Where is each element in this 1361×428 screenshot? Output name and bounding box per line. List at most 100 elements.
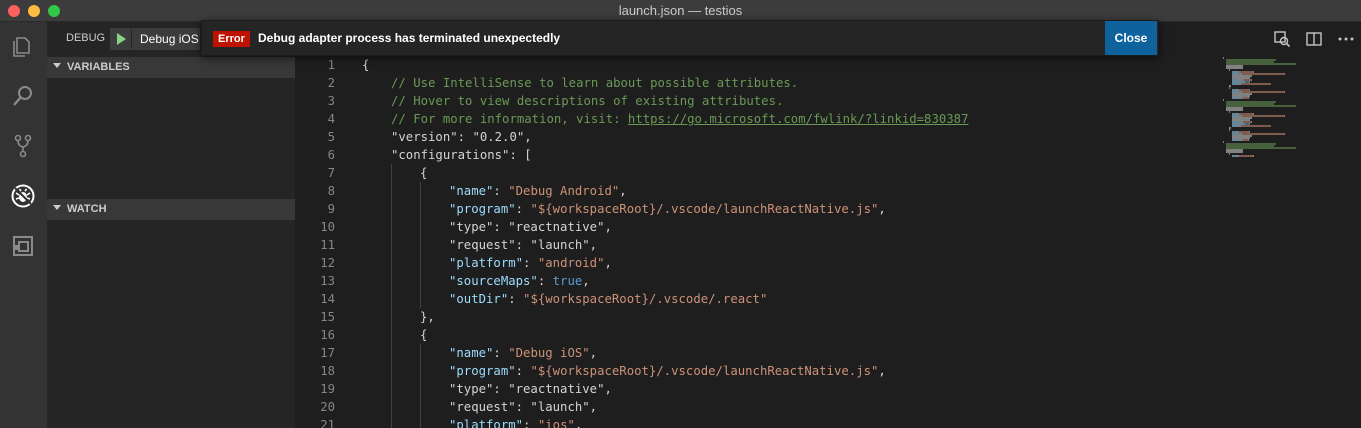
code-line[interactable]: 18 "program": "${workspaceRoot}/.vscode/l… bbox=[295, 362, 1225, 380]
code-line[interactable]: 6 "configurations": [ bbox=[295, 146, 1225, 164]
code-text: { bbox=[420, 164, 427, 182]
code-token: "type": "reactnative", bbox=[449, 382, 612, 396]
code-line[interactable]: 12 "platform": "android", bbox=[295, 254, 1225, 272]
code-line[interactable]: 21 "platform": "ios", bbox=[295, 416, 1225, 428]
code-token: , bbox=[604, 256, 612, 270]
minimap-line bbox=[1241, 83, 1271, 85]
watch-section-header[interactable]: WATCH bbox=[47, 199, 295, 220]
minimap-line bbox=[1232, 139, 1241, 141]
watch-section-title: WATCH bbox=[67, 203, 107, 215]
minimap-line bbox=[1229, 153, 1230, 155]
code-token: }, bbox=[420, 310, 435, 324]
line-number: 8 bbox=[327, 184, 335, 198]
code-token: : bbox=[523, 256, 538, 270]
source-control-icon[interactable] bbox=[6, 129, 40, 163]
search-icon[interactable] bbox=[6, 79, 40, 113]
start-debugging-icon[interactable] bbox=[117, 33, 126, 45]
code-line[interactable]: 11 "request": "launch", bbox=[295, 236, 1225, 254]
code-text: "configurations": [ bbox=[391, 146, 532, 164]
code-text: "version": "0.2.0", bbox=[391, 128, 532, 146]
code-line[interactable]: 20 "request": "launch", bbox=[295, 398, 1225, 416]
code-token: : bbox=[493, 346, 509, 360]
line-number: 14 bbox=[320, 292, 335, 306]
line-number: 6 bbox=[327, 148, 335, 162]
line-number: 10 bbox=[320, 220, 335, 234]
minimap-line bbox=[1251, 121, 1252, 123]
line-number: 17 bbox=[320, 346, 335, 360]
more-actions-icon[interactable] bbox=[1337, 30, 1355, 48]
code-token: // Hover to view descriptions of existin… bbox=[391, 94, 784, 108]
separator bbox=[131, 29, 132, 49]
code-token[interactable]: https://go.microsoft.com/fwlink/?linkid=… bbox=[628, 112, 969, 126]
minimap-line bbox=[1248, 97, 1249, 99]
code-token: "platform" bbox=[449, 418, 524, 428]
debug-configuration-label[interactable]: Debug iOS bbox=[140, 32, 199, 46]
code-line[interactable]: 2 // Use IntelliSense to learn about poss… bbox=[295, 74, 1225, 92]
code-line[interactable]: 9 "program": "${workspaceRoot}/.vscode/la… bbox=[295, 200, 1225, 218]
debug-configuration-select[interactable]: Debug iOS bbox=[110, 28, 200, 50]
minimap-line bbox=[1284, 115, 1285, 117]
code-text: "outDir": "${workspaceRoot}/.vscode/.rea… bbox=[449, 290, 767, 308]
line-number: 2 bbox=[327, 76, 335, 90]
title-bar: launch.json — testios bbox=[0, 0, 1361, 22]
code-text: }, bbox=[420, 308, 435, 326]
code-line[interactable]: 7{ bbox=[295, 164, 1225, 182]
minimap[interactable] bbox=[1223, 57, 1313, 167]
error-notification: Error Debug adapter process has terminat… bbox=[201, 20, 1159, 56]
code-token: "sourceMaps" bbox=[449, 274, 538, 288]
minimap-line bbox=[1223, 141, 1224, 143]
code-token: { bbox=[420, 166, 428, 180]
code-token: "program" bbox=[449, 202, 516, 216]
code-token: "0.2.0" bbox=[472, 130, 525, 144]
code-token: "${workspaceRoot}/.vscode/.react" bbox=[523, 292, 768, 306]
code-text: "platform": "android", bbox=[449, 254, 612, 272]
code-token: , bbox=[878, 202, 886, 216]
code-text: // Hover to view descriptions of existin… bbox=[391, 92, 783, 110]
close-notification-button[interactable]: Close bbox=[1105, 21, 1157, 55]
line-number: 7 bbox=[327, 166, 335, 180]
code-token: , bbox=[582, 274, 590, 288]
line-number: 19 bbox=[320, 382, 335, 396]
line-number: 16 bbox=[320, 328, 335, 342]
code-line[interactable]: 14 "outDir": "${workspaceRoot}/.vscode/.r… bbox=[295, 290, 1225, 308]
code-line[interactable]: 19 "type": "reactnative", bbox=[295, 380, 1225, 398]
line-number: 13 bbox=[320, 274, 335, 288]
extensions-icon[interactable] bbox=[6, 229, 40, 263]
code-token: "request": "launch", bbox=[449, 400, 598, 414]
line-number: 12 bbox=[320, 256, 335, 270]
minimap-line bbox=[1239, 155, 1253, 157]
minimap-line bbox=[1223, 57, 1224, 59]
code-line[interactable]: 13 "sourceMaps": true, bbox=[295, 272, 1225, 290]
code-token: "ios" bbox=[537, 418, 575, 428]
code-token: { bbox=[420, 328, 428, 342]
open-changes-icon[interactable] bbox=[1273, 30, 1291, 48]
minimap-line bbox=[1284, 133, 1285, 135]
code-text: // Use IntelliSense to learn about possi… bbox=[391, 74, 798, 92]
code-line[interactable]: 5 "version": "0.2.0", bbox=[295, 128, 1225, 146]
line-number: 1 bbox=[327, 58, 335, 72]
minimap-line bbox=[1229, 129, 1230, 131]
split-editor-icon[interactable] bbox=[1305, 30, 1323, 48]
code-token: "Debug iOS" bbox=[508, 346, 590, 360]
code-line[interactable]: 1{ bbox=[295, 56, 1225, 74]
notification-message: Debug adapter process has terminated une… bbox=[258, 31, 561, 45]
debug-icon[interactable] bbox=[6, 179, 40, 213]
variables-section-header[interactable]: VARIABLES bbox=[47, 57, 295, 78]
code-text: { bbox=[362, 56, 369, 74]
minimap-line bbox=[1232, 83, 1239, 85]
minimap-line bbox=[1255, 63, 1296, 65]
code-text: "name": "Debug Android", bbox=[449, 182, 627, 200]
files-icon[interactable] bbox=[6, 30, 40, 64]
code-area[interactable]: 1{2// Use IntelliSense to learn about po… bbox=[295, 57, 1361, 428]
code-line[interactable]: 16 { bbox=[295, 326, 1225, 344]
code-token: , bbox=[878, 364, 886, 378]
code-line[interactable]: 4 // For more information, visit: https:/… bbox=[295, 110, 1225, 128]
editor: 1{2// Use IntelliSense to learn about po… bbox=[295, 22, 1361, 428]
code-line[interactable]: 17 "name": "Debug iOS", bbox=[295, 344, 1225, 362]
code-line[interactable]: 15}, bbox=[295, 308, 1225, 326]
code-line[interactable]: 10 "type": "reactnative", bbox=[295, 218, 1225, 236]
code-text: "type": "reactnative", bbox=[449, 218, 612, 236]
code-line[interactable]: 8 "name": "Debug Android", bbox=[295, 182, 1225, 200]
code-text: { bbox=[420, 326, 427, 344]
code-line[interactable]: 3 // Hover to view descriptions of existi… bbox=[295, 92, 1225, 110]
